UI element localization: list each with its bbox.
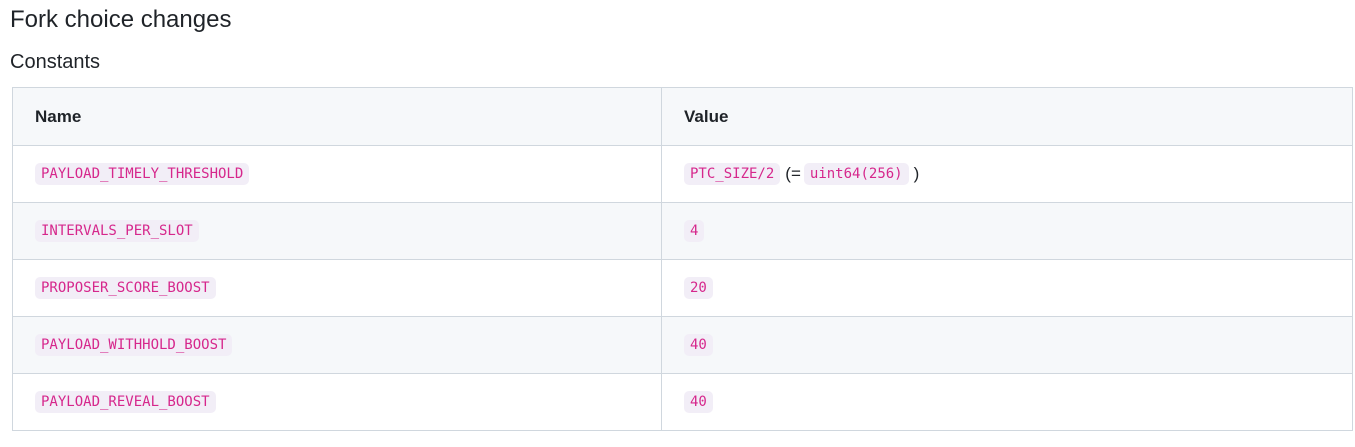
value-note-open: (=	[785, 164, 801, 183]
name-cell: INTERVALS_PER_SLOT	[12, 202, 662, 260]
table-row: PAYLOAD_WITHHOLD_BOOST 40	[12, 316, 1353, 374]
table-row: PAYLOAD_REVEAL_BOOST 40	[12, 373, 1353, 431]
constant-value: 40	[684, 391, 713, 413]
constant-name: PAYLOAD_REVEAL_BOOST	[35, 391, 216, 413]
table-header-row: Name Value	[12, 87, 1353, 146]
name-cell: PAYLOAD_TIMELY_THRESHOLD	[12, 145, 662, 203]
value-cell: 4	[661, 202, 1353, 260]
value-note-close: )	[913, 164, 920, 183]
value-note-code: uint64(256)	[803, 163, 909, 185]
constants-table: Name Value PAYLOAD_TIMELY_THRESHOLD PTC_…	[12, 87, 1353, 431]
name-cell: PROPOSER_SCORE_BOOST	[12, 259, 662, 317]
table-row: PROPOSER_SCORE_BOOST 20	[12, 259, 1353, 317]
table-row: PAYLOAD_TIMELY_THRESHOLD PTC_SIZE/2 (= uin…	[12, 145, 1353, 203]
table-body: PAYLOAD_TIMELY_THRESHOLD PTC_SIZE/2 (= uin…	[12, 145, 1353, 431]
name-cell: PAYLOAD_WITHHOLD_BOOST	[12, 316, 662, 374]
value-cell: 40	[661, 373, 1353, 431]
table-row: INTERVALS_PER_SLOT 4	[12, 202, 1353, 260]
name-cell: PAYLOAD_REVEAL_BOOST	[12, 373, 662, 431]
constant-value: 20	[684, 277, 713, 299]
constant-value: PTC_SIZE/2	[684, 163, 781, 185]
value-cell: PTC_SIZE/2 (= uint64(256))	[661, 145, 1353, 203]
section-title: Constants	[10, 51, 101, 73]
table-header: Name Value	[12, 87, 1353, 146]
column-header-value: Value	[661, 87, 1353, 146]
column-header-name: Name	[12, 87, 662, 146]
constant-value: 4	[684, 220, 705, 242]
constant-name: PAYLOAD_TIMELY_THRESHOLD	[35, 163, 250, 185]
constant-name: INTERVALS_PER_SLOT	[35, 220, 199, 242]
page: Fork choice changes Constants Name Value…	[0, 0, 1355, 447]
constant-value: 40	[684, 334, 713, 356]
constant-name: PAYLOAD_WITHHOLD_BOOST	[35, 334, 233, 356]
value-cell: 20	[661, 259, 1353, 317]
value-cell: 40	[661, 316, 1353, 374]
constant-name: PROPOSER_SCORE_BOOST	[35, 277, 216, 299]
page-title: Fork choice changes	[10, 6, 232, 33]
